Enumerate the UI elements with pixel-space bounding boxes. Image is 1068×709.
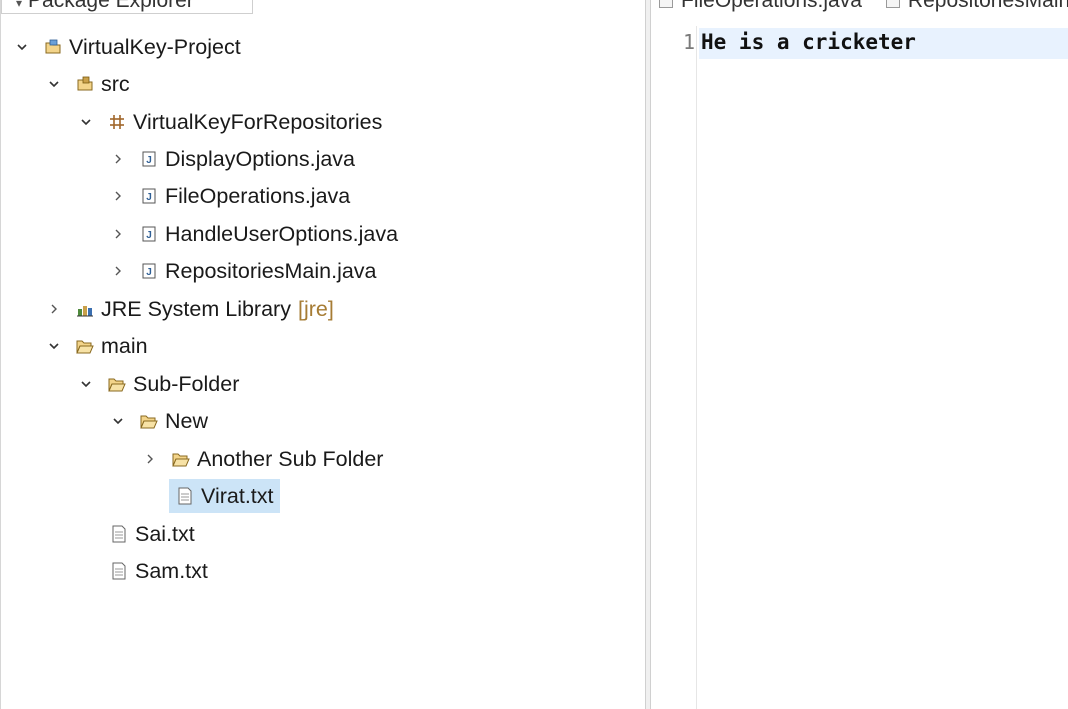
package-explorer-tab-title: Package Explorer <box>28 0 194 12</box>
tree-item-java-file[interactable]: J DisplayOptions.java <box>109 142 355 176</box>
library-icon <box>75 299 95 319</box>
svg-text:J: J <box>146 267 152 278</box>
tree-item-label: RepositoriesMain.java <box>165 258 377 283</box>
text-editor: FileOperations.java RepositoriesMain.jav… <box>651 0 1068 709</box>
chevron-down-icon[interactable] <box>77 375 95 393</box>
package-explorer-tab[interactable]: ▾ Package Explorer <box>1 0 253 14</box>
tree-item-project[interactable]: VirtualKey-Project <box>13 30 241 64</box>
folder-open-icon <box>139 411 159 431</box>
tree-item-package[interactable]: VirtualKeyForRepositories <box>77 105 382 139</box>
java-file-icon: J <box>139 149 159 169</box>
view-menu-icon[interactable]: ▾ <box>16 0 22 10</box>
tree-item-file-virat[interactable]: Virat.txt <box>169 479 280 513</box>
line-number-gutter: 1 <box>651 26 697 709</box>
tree-item-label: VirtualKeyForRepositories <box>133 109 383 134</box>
java-file-icon: J <box>139 224 159 244</box>
source-folder-icon <box>75 74 95 94</box>
chevron-down-icon[interactable] <box>77 113 95 131</box>
tree-item-label: main <box>101 333 148 358</box>
tree-item-folder-new[interactable]: New <box>109 404 208 438</box>
folder-open-icon <box>107 374 127 394</box>
chevron-right-icon[interactable] <box>109 225 127 243</box>
tree-item-label: VirtualKey-Project <box>69 34 241 59</box>
chevron-right-icon[interactable] <box>109 187 127 205</box>
tree-item-src[interactable]: src <box>45 67 130 101</box>
folder-open-icon <box>75 336 95 356</box>
text-file-icon <box>175 486 195 506</box>
project-icon <box>43 37 63 57</box>
svg-text:J: J <box>146 192 152 203</box>
svg-text:J: J <box>146 155 152 166</box>
tree-item-folder-main[interactable]: main <box>45 329 148 363</box>
tree-item-java-file[interactable]: J RepositoriesMain.java <box>109 254 377 288</box>
tree-item-label: FileOperations.java <box>165 183 351 208</box>
tree-item-jre-library[interactable]: JRE System Library [jre] <box>45 292 334 326</box>
tree-item-folder-sub-folder[interactable]: Sub-Folder <box>77 367 239 401</box>
tree-item-label: Sam.txt <box>135 558 208 583</box>
chevron-right-icon[interactable] <box>109 150 127 168</box>
folder-open-icon <box>171 449 191 469</box>
file-icon <box>885 0 900 8</box>
tree-item-label: Another Sub Folder <box>197 446 384 471</box>
chevron-down-icon[interactable] <box>45 75 63 93</box>
tree-item-java-file[interactable]: J HandleUserOptions.java <box>109 217 398 251</box>
tree-item-label: Virat.txt <box>201 483 274 508</box>
tree-item-label: Sai.txt <box>135 521 195 546</box>
tree-item-label: HandleUserOptions.java <box>165 221 399 246</box>
tree-item-label: src <box>101 71 130 96</box>
java-file-icon: J <box>139 261 159 281</box>
chevron-down-icon[interactable] <box>109 412 127 430</box>
text-file-icon <box>109 561 129 581</box>
chevron-right-icon[interactable] <box>45 300 63 318</box>
chevron-down-icon[interactable] <box>45 337 63 355</box>
line-number: 1 <box>682 30 695 54</box>
package-icon <box>107 112 127 132</box>
tree-item-file-sam[interactable]: Sam.txt <box>109 554 208 588</box>
file-icon <box>659 0 673 8</box>
editor-text-line[interactable]: He is a cricketer <box>701 30 916 54</box>
tree-item-java-file[interactable]: J FileOperations.java <box>109 179 350 213</box>
tree-item-label: New <box>165 408 209 433</box>
editor-tab-bar: FileOperations.java RepositoriesMain.jav… <box>651 0 1068 14</box>
text-file-icon <box>109 524 129 544</box>
tree-item-label: Sub-Folder <box>133 371 240 396</box>
editor-tab-label: RepositoriesMain.java <box>907 0 1068 12</box>
svg-text:J: J <box>146 230 152 241</box>
editor-tab-repositoriesmain[interactable]: RepositoriesMain.java <box>878 0 1068 14</box>
tree-item-decoration: [jre] <box>297 296 334 321</box>
chevron-down-icon[interactable] <box>13 38 31 56</box>
chevron-right-icon[interactable] <box>141 450 159 468</box>
editor-tab-fileoperations[interactable]: FileOperations.java <box>651 0 878 14</box>
tree-item-file-sai[interactable]: Sai.txt <box>109 517 195 551</box>
tree-item-label: DisplayOptions.java <box>165 146 356 171</box>
tree-item-label: JRE System Library <box>101 296 291 321</box>
chevron-right-icon[interactable] <box>109 262 127 280</box>
package-explorer-panel: ▾ Package Explorer VirtualKey-Project src… <box>0 0 646 709</box>
java-file-icon: J <box>139 186 159 206</box>
editor-tab-label: FileOperations.java <box>681 0 862 12</box>
tree-item-folder-another-sub-folder[interactable]: Another Sub Folder <box>141 442 383 476</box>
